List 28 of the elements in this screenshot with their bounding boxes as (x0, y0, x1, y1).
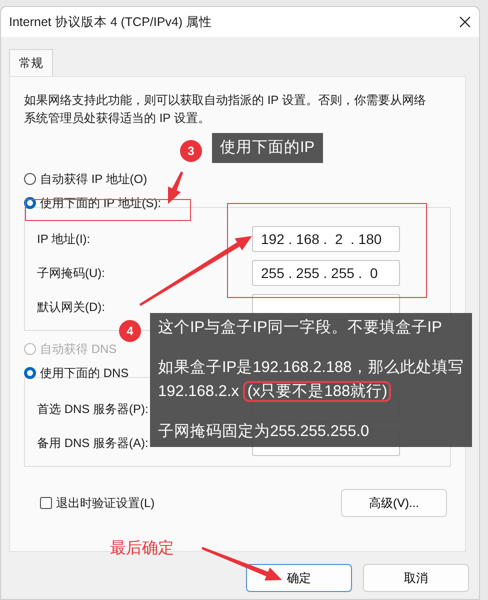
close-icon[interactable] (459, 16, 471, 28)
field-label: IP 地址(I): (37, 231, 92, 248)
highlighted-text: (x只要不是188就行) (243, 381, 392, 402)
callout-text: 使用下面的IP (220, 139, 315, 156)
arrow (168, 172, 184, 204)
checkbox-label[interactable]: 退出时验证设置(L) (56, 494, 155, 512)
field-label: 首选 DNS 服务器(P): (37, 401, 150, 418)
ok-button[interactable]: 确定 (246, 564, 352, 592)
note-text: 最后确定 (110, 538, 174, 559)
radio-button[interactable] (24, 367, 36, 379)
description-text: 如果网络支持此功能，则可以获取自动指派的 IP 设置。否则，你需要从网络系统管理员处获得适当的 IP 设置。 (24, 92, 427, 127)
checkbox[interactable] (40, 497, 52, 509)
callout-text: 这个IP与盒子IP同一字段。不要填盒子IP (158, 319, 442, 336)
field-label: 备用 DNS 服务器(A): (37, 435, 150, 452)
radio-button[interactable] (24, 173, 36, 185)
ip-input-field[interactable]: 255 . 255 . 255 . 0 (252, 260, 400, 286)
ip-input-field[interactable]: 192 . 168 . 2 . 180 (252, 226, 400, 252)
cancel-button[interactable]: 取消 (363, 564, 469, 592)
field-label: 子网掩码(U): (37, 265, 106, 282)
advanced-button[interactable]: 高级(V)... (341, 489, 447, 517)
callout-text: 192.168.2.x (158, 383, 240, 400)
field-label: 默认网关(D): (37, 299, 106, 316)
radio-label[interactable]: 自动获得 IP 地址(O) (40, 170, 148, 188)
window-title: Internet 协议版本 4 (TCP/IPv4) 属性 (9, 14, 212, 31)
callout-text: 子网掩码固定为255.255.255.0 (158, 423, 370, 440)
radio-label[interactable]: 使用下面的 DNS (40, 364, 129, 382)
tab[interactable]: 常规 (9, 49, 53, 76)
callout-text: 如果盒子IP是192.168.2.188，那么此处填写 (158, 359, 464, 376)
